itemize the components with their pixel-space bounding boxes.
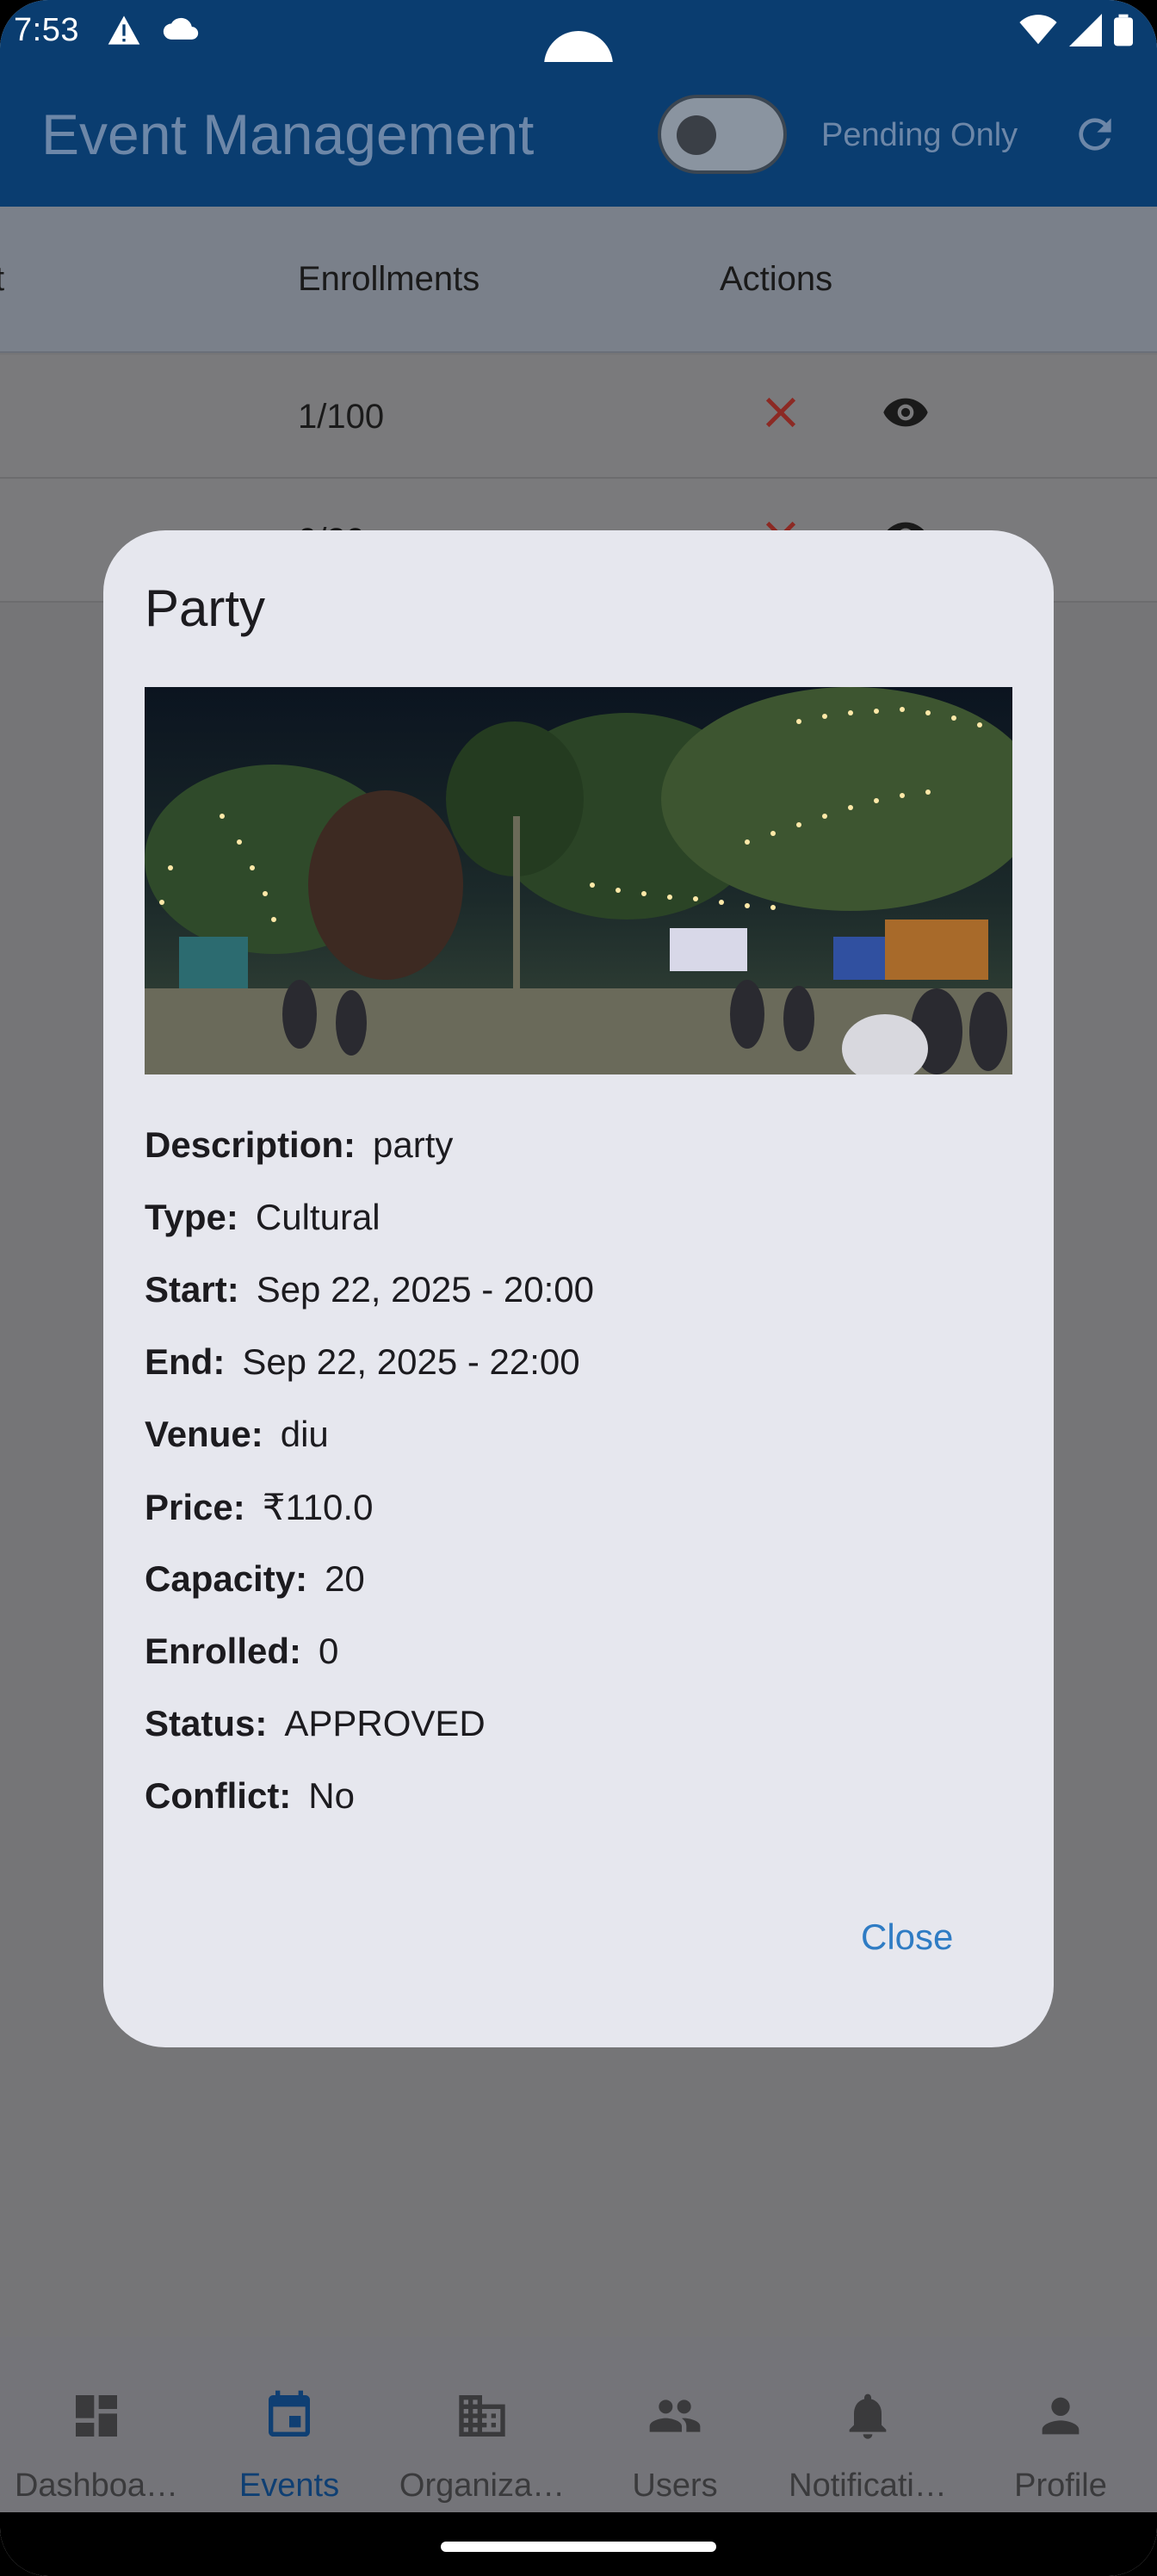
pending-only-label: Pending Only: [821, 117, 1018, 153]
pending-only-toggle[interactable]: [658, 95, 787, 174]
detail-value: diu: [280, 1414, 329, 1454]
detail-label: Status:: [145, 1703, 268, 1743]
wifi-icon: [1019, 15, 1057, 45]
detail-description: Description: party: [145, 1124, 594, 1197]
detail-venue: Venue: diu: [145, 1414, 594, 1486]
status-time: 7:53: [14, 12, 79, 48]
detail-label: Enrolled:: [145, 1631, 302, 1671]
detail-label: Description:: [145, 1124, 356, 1165]
dashboard-icon: [76, 2395, 117, 2437]
nav-label: Profile: [1014, 2468, 1107, 2504]
column-header-actions: Actions: [720, 260, 833, 298]
detail-type: Type: Cultural: [145, 1197, 594, 1269]
view-icon[interactable]: [882, 391, 930, 438]
building-icon: [459, 2395, 505, 2437]
bell-icon: [849, 2393, 887, 2439]
detail-value: 20: [325, 1558, 365, 1599]
table-header: t Enrollments Actions: [0, 207, 1157, 353]
nav-item-users[interactable]: Users: [578, 2337, 771, 2512]
person-icon: [1042, 2397, 1080, 2435]
detail-value: No: [308, 1775, 355, 1816]
detail-conflict: Conflict: No: [145, 1775, 594, 1848]
detail-label: Price:: [145, 1487, 245, 1527]
battery-icon: [1114, 14, 1133, 46]
reject-icon[interactable]: [761, 393, 801, 437]
close-button[interactable]: Close: [861, 1917, 953, 1958]
nav-item-organizations[interactable]: Organiza…: [386, 2337, 578, 2512]
detail-value: ₹110.0: [262, 1487, 374, 1527]
detail-capacity: Capacity: 20: [145, 1558, 594, 1631]
gesture-bar: [0, 2512, 1157, 2576]
cloud-icon: [162, 15, 200, 46]
event-image: [145, 687, 1012, 1074]
detail-price: Price: ₹110.0: [145, 1486, 594, 1558]
users-icon: [649, 2400, 701, 2432]
detail-start: Start: Sep 22, 2025 - 20:00: [145, 1269, 594, 1341]
detail-value: Sep 22, 2025 - 22:00: [242, 1341, 580, 1382]
nav-item-dashboard[interactable]: Dashboa…: [0, 2337, 193, 2512]
detail-label: Start:: [145, 1269, 239, 1310]
table-row: 1/100: [0, 355, 1157, 479]
screen: 7:53 Event Management Pending Only t Enr…: [0, 0, 1157, 2576]
detail-label: Type:: [145, 1197, 238, 1237]
signal-icon: [1069, 14, 1102, 46]
enrollments-cell: 1/100: [298, 398, 385, 436]
dialog-title: Party: [145, 579, 266, 637]
column-header-enrollments: Enrollments: [298, 260, 480, 298]
status-bar: 7:53: [0, 0, 1157, 100]
detail-value: Cultural: [255, 1197, 381, 1237]
nav-item-profile[interactable]: Profile: [964, 2337, 1157, 2512]
detail-label: Venue:: [145, 1414, 263, 1454]
home-indicator[interactable]: [441, 2542, 716, 2552]
detail-end: End: Sep 22, 2025 - 22:00: [145, 1341, 594, 1414]
nav-label: Dashboa…: [14, 2468, 179, 2504]
detail-status: Status: APPROVED: [145, 1703, 594, 1775]
detail-value: party: [373, 1124, 454, 1165]
nav-label: Users: [632, 2468, 718, 2504]
nav-label: Organiza…: [399, 2468, 566, 2504]
nav-item-events[interactable]: Events: [193, 2337, 386, 2512]
refresh-icon[interactable]: [1071, 110, 1119, 163]
detail-value: Sep 22, 2025 - 20:00: [256, 1269, 595, 1310]
bottom-navigation: Dashboa… Events Organiza… Users Notifica…: [0, 2337, 1157, 2512]
detail-label: Capacity:: [145, 1558, 308, 1599]
nav-label: Notificati…: [789, 2468, 947, 2504]
toggle-knob: [677, 115, 716, 155]
status-icons: [1019, 14, 1133, 46]
nav-item-notifications[interactable]: Notificati…: [771, 2337, 964, 2512]
detail-enrolled: Enrolled: 0: [145, 1631, 594, 1703]
calendar-icon: [269, 2390, 310, 2437]
detail-value: 0: [319, 1631, 339, 1671]
event-details-dialog: Party Description: party Type: Cultural …: [103, 530, 1054, 2047]
event-details-list: Description: party Type: Cultural Start: Se…: [145, 1124, 594, 1848]
detail-value: APPROVED: [284, 1703, 486, 1743]
detail-label: Conflict:: [145, 1775, 292, 1816]
nav-label: Events: [238, 2468, 340, 2504]
app-title: Event Management: [41, 102, 535, 166]
warning-icon: [107, 14, 141, 51]
detail-label: End:: [145, 1341, 226, 1382]
column-header-event: t: [0, 260, 4, 299]
